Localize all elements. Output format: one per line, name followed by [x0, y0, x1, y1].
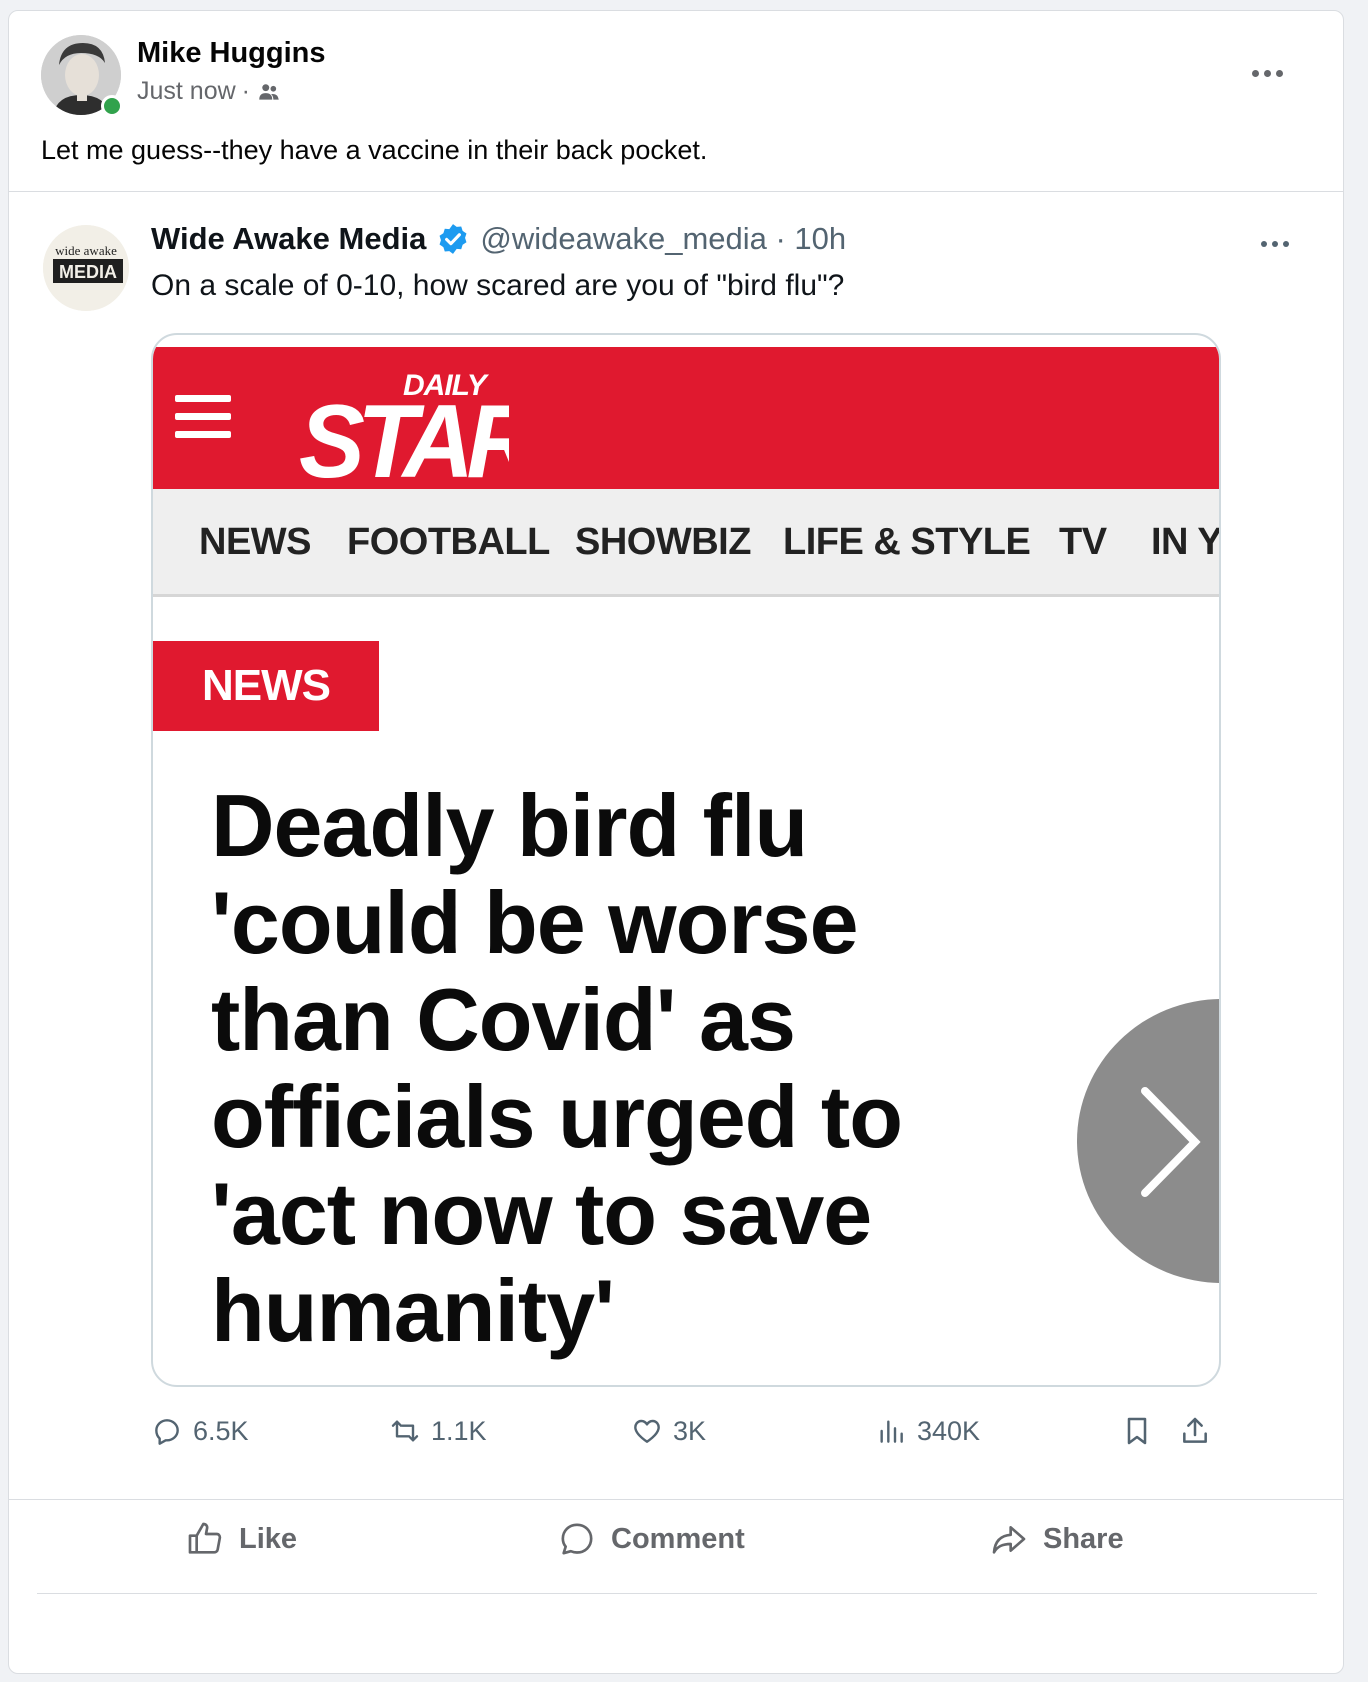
nav-item-showbiz[interactable]: SHOWBIZ [575, 521, 751, 564]
daily-star-header: DAILY STAR [153, 347, 1219, 489]
views-count: 340K [917, 1415, 981, 1446]
tweet-handle-time[interactable]: @wideawake_media · 10h [480, 221, 846, 257]
repost-button[interactable]: 1.1K [389, 1415, 487, 1447]
headline-line: 'act now to save [211, 1164, 872, 1263]
share-button[interactable]: Share [989, 1519, 1124, 1559]
nav-item-football[interactable]: FOOTBALL [347, 521, 550, 564]
nav-item-truncated[interactable]: IN Y [1151, 521, 1219, 564]
headline-line: 'could be worse [211, 873, 859, 972]
like-count: 3K [673, 1415, 707, 1446]
verified-badge-icon [439, 224, 467, 254]
like-button[interactable]: Like [185, 1519, 297, 1559]
post-meta: Just now · [137, 77, 282, 106]
post-options-button[interactable] [1237, 51, 1297, 95]
bookmark-button[interactable] [1121, 1415, 1153, 1447]
more-dot-icon [1263, 69, 1271, 77]
reply-count: 6.5K [193, 1415, 249, 1446]
friends-icon[interactable] [256, 79, 282, 105]
svg-text:STAR: STAR [299, 384, 509, 485]
daily-star-logo: DAILY STAR [299, 369, 509, 485]
chevron-right-icon [1141, 1087, 1201, 1197]
headline-line: than Covid' as [211, 970, 796, 1069]
post-text: Let me guess--they have a vaccine in the… [41, 135, 708, 165]
news-category-tag: NEWS [153, 641, 379, 731]
reply-button[interactable]: 6.5K [151, 1415, 249, 1447]
upload-share-icon [1183, 1417, 1207, 1443]
comment-label: Comment [611, 1522, 745, 1555]
article-headline: Deadly bird flu 'could be worse than Cov… [211, 777, 1071, 1359]
avatar-logo-top: wide awake [55, 243, 117, 258]
repost-count: 1.1K [431, 1415, 487, 1446]
like-label: Like [239, 1522, 298, 1555]
nav-item-tv[interactable]: TV [1059, 521, 1107, 564]
more-dot-icon [1261, 241, 1267, 247]
comment-bubble-icon [561, 1523, 593, 1555]
thumbs-up-icon [188, 1522, 222, 1554]
divider [9, 1499, 1343, 1500]
comment-button[interactable]: Comment [557, 1519, 745, 1559]
divider [37, 1593, 1317, 1594]
avatar-logo-bottom: MEDIA [59, 262, 117, 282]
views-chart-icon [880, 1420, 903, 1443]
more-dot-icon [1275, 69, 1283, 77]
like-tweet-button[interactable]: 3K [631, 1415, 706, 1447]
heart-icon [634, 1419, 660, 1443]
next-slide-button[interactable] [1077, 999, 1219, 1283]
headline-line: officials urged to [211, 1067, 903, 1166]
headline-line: Deadly bird flu [211, 776, 808, 875]
nav-item-news[interactable]: NEWS [199, 521, 312, 564]
tweet-author-line: Wide Awake Media @wideawake_media · 10h [151, 221, 846, 257]
author-name[interactable]: Mike Huggins [137, 37, 326, 70]
online-status-dot [101, 95, 123, 117]
tweet-display-name[interactable]: Wide Awake Media [151, 221, 426, 257]
tweet-text: On a scale of 0-10, how scared are you o… [151, 269, 845, 302]
post-time[interactable]: Just now [137, 77, 236, 106]
reply-icon [155, 1419, 179, 1445]
more-dot-icon [1272, 241, 1278, 247]
tweet-media-image[interactable]: DAILY STAR NEWS FOOTBALL SHOWBIZ LIFE & … [151, 333, 1221, 1387]
hamburger-menu-icon[interactable] [175, 395, 231, 441]
post-card: Mike Huggins Just now · Let me guess--th… [8, 10, 1344, 1674]
daily-star-nav: NEWS FOOTBALL SHOWBIZ LIFE & STYLE TV IN… [153, 489, 1219, 597]
divider [9, 191, 1343, 192]
views-button[interactable]: 340K [875, 1415, 980, 1447]
more-dot-icon [1283, 241, 1289, 247]
share-arrow-icon [992, 1526, 1026, 1554]
repost-icon [391, 1420, 419, 1442]
share-label: Share [1043, 1522, 1124, 1555]
meta-separator: · [241, 77, 250, 105]
bookmark-icon [1127, 1417, 1147, 1445]
tweet-options-button[interactable] [1261, 241, 1289, 247]
share-tweet-button[interactable] [1179, 1415, 1211, 1447]
nav-item-life-style[interactable]: LIFE & STYLE [783, 521, 1031, 564]
more-dot-icon [1251, 69, 1259, 77]
tweet-author-avatar[interactable]: wide awake MEDIA [43, 225, 129, 311]
headline-line: humanity' [211, 1261, 615, 1360]
